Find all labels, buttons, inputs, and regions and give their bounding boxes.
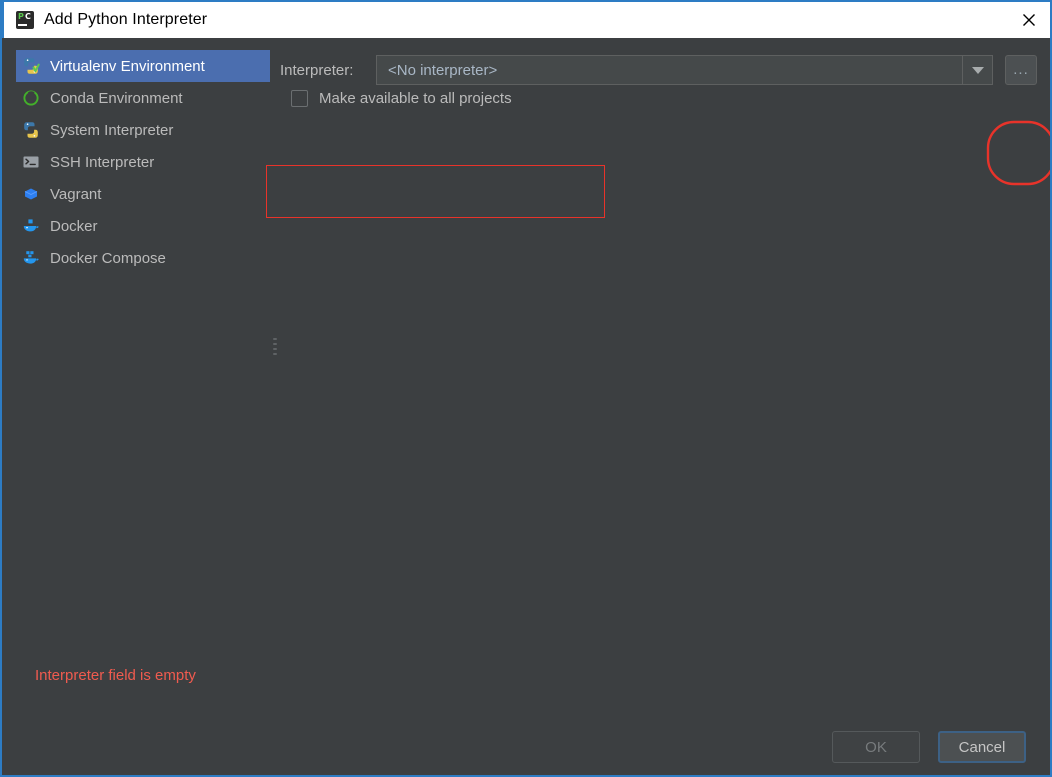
sidebar-item-system-interpreter[interactable]: System Interpreter <box>16 114 270 146</box>
pane-splitter-handle[interactable] <box>273 338 279 360</box>
sidebar-item-docker[interactable]: Docker <box>16 210 270 242</box>
validation-error-message: Interpreter field is empty <box>35 667 196 684</box>
title-bar: PC Add Python Interpreter <box>2 0 1050 38</box>
sidebar-item-label: SSH Interpreter <box>50 153 155 171</box>
sidebar-item-label: Virtualenv Environment <box>50 57 205 75</box>
close-icon[interactable] <box>1006 2 1050 38</box>
sidebar-item-label: Docker Compose <box>50 249 166 267</box>
interpreter-type-list: Virtualenv Environment Conda Environment <box>16 50 270 274</box>
browse-interpreter-button[interactable]: ... <box>1005 55 1037 85</box>
sidebar-item-vagrant[interactable]: Vagrant <box>16 178 270 210</box>
cancel-button-label: Cancel <box>958 738 1006 756</box>
virtualenv-icon <box>22 57 40 75</box>
interpreter-row: Interpreter: <No interpreter> ... <box>280 53 1050 87</box>
window-title: Add Python Interpreter <box>44 11 208 28</box>
cancel-button[interactable]: Cancel <box>938 731 1026 763</box>
interpreter-label: Interpreter: <box>280 61 354 79</box>
sidebar-item-ssh-interpreter[interactable]: SSH Interpreter <box>16 146 270 178</box>
sidebar-item-label: System Interpreter <box>50 121 174 139</box>
chevron-down-icon[interactable] <box>962 56 992 84</box>
docker-compose-icon <box>22 249 40 267</box>
sidebar-item-label: Docker <box>50 217 98 235</box>
python-icon <box>22 121 40 139</box>
pycharm-icon: PC <box>16 11 34 29</box>
checkbox-label: Make available to all projects <box>319 90 512 107</box>
make-available-all-projects-checkbox[interactable]: Make available to all projects <box>291 90 512 107</box>
sidebar-item-conda-environment[interactable]: Conda Environment <box>16 82 270 114</box>
conda-icon <box>22 89 40 107</box>
interpreter-settings-pane: Interpreter: <No interpreter> ... Make a… <box>280 38 1050 773</box>
sidebar-item-docker-compose[interactable]: Docker Compose <box>16 242 270 274</box>
add-python-interpreter-dialog: PC Add Python Interpreter Virtualenv Env… <box>0 0 1052 777</box>
vagrant-cube-icon <box>22 185 40 203</box>
docker-whale-icon <box>22 217 40 235</box>
sidebar-item-label: Conda Environment <box>50 89 183 107</box>
interpreter-value: <No interpreter> <box>388 61 498 79</box>
dialog-footer: OK Cancel <box>832 731 1026 763</box>
browse-button-label: ... <box>1013 61 1029 78</box>
terminal-icon <box>22 153 40 171</box>
checkbox-box[interactable] <box>291 90 308 107</box>
sidebar-item-virtualenv-environment[interactable]: Virtualenv Environment <box>16 50 270 82</box>
sidebar-item-label: Vagrant <box>50 185 102 203</box>
dialog-body: Virtualenv Environment Conda Environment <box>2 38 1050 773</box>
ok-button[interactable]: OK <box>832 731 920 763</box>
interpreter-combobox[interactable]: <No interpreter> <box>376 55 993 85</box>
ok-button-label: OK <box>865 738 887 756</box>
